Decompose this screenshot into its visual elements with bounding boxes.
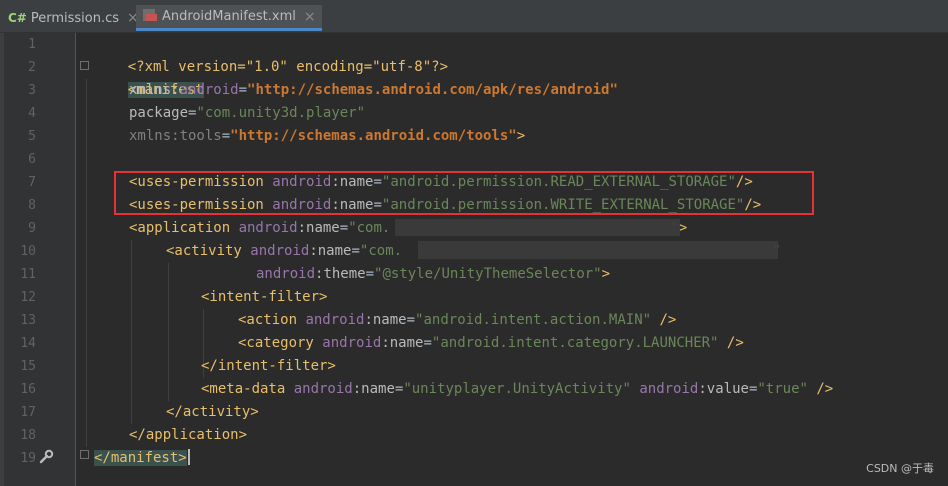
highlight-annotation-box xyxy=(114,171,814,215)
code-line-13: <action android:name="android.intent.act… xyxy=(238,312,677,328)
editor-tab-bar: C# Permission.cs × AndroidManifest.xml × xyxy=(0,0,948,33)
line-number: 10 xyxy=(20,244,36,259)
code-line-19: </manifest> xyxy=(94,450,187,466)
line-number: 16 xyxy=(20,382,36,397)
line-number: 18 xyxy=(20,428,36,443)
indent-guide xyxy=(168,263,169,401)
line-number: 19 xyxy=(20,451,36,466)
code-line-4: package="com.unity3d.player" xyxy=(129,105,366,121)
line-number: 9 xyxy=(28,221,36,236)
code-line-12: <intent-filter> xyxy=(201,289,328,305)
code-line-5: xmlns:tools="http://schemas.android.com/… xyxy=(129,128,526,144)
line-number: 3 xyxy=(28,83,36,98)
code-line-2: <manifest xyxy=(127,82,204,98)
line-number: 8 xyxy=(28,198,36,213)
indent-guide xyxy=(86,79,87,447)
code-line-14: <category android:name="android.intent.c… xyxy=(238,335,744,351)
line-number: 4 xyxy=(28,106,36,121)
csharp-file-icon: C# xyxy=(8,11,27,25)
close-icon[interactable]: × xyxy=(304,9,316,25)
redacted-region xyxy=(395,219,680,236)
watermark: CSDN @于毒 xyxy=(866,462,934,475)
line-number: 7 xyxy=(28,175,36,190)
code-line-3: xmlns:android="http://schemas.android.co… xyxy=(129,82,618,98)
code-line-15: </intent-filter> xyxy=(201,358,336,374)
line-number: 6 xyxy=(28,152,36,167)
code-line-18: </application> xyxy=(129,427,248,443)
line-number-gutter: 1 2 3 4 5 6 7 8 9 10 11 12 13 14 15 16 1… xyxy=(4,33,76,486)
wrench-icon[interactable] xyxy=(38,449,54,465)
indent-guide xyxy=(131,240,132,424)
tab-label: Permission.cs xyxy=(30,10,120,26)
code-line-16: <meta-data android:name="unityplayer.Uni… xyxy=(201,381,834,397)
line-number: 1 xyxy=(28,37,36,52)
tab-label: AndroidManifest.xml xyxy=(162,9,296,24)
code-line-11: android:theme="@style/UnityThemeSelector… xyxy=(256,266,611,282)
tab-androidmanifest-xml[interactable]: AndroidManifest.xml × xyxy=(136,5,322,31)
code-line-17: </activity> xyxy=(166,404,259,420)
line-number: 13 xyxy=(20,313,36,328)
text-caret xyxy=(188,449,190,465)
line-number: 17 xyxy=(20,405,36,420)
code-line-1: <?xml version="1.0" encoding="utf-8"?> xyxy=(127,59,449,75)
xml-file-icon xyxy=(142,8,158,25)
tab-permission-cs[interactable]: C# Permission.cs × xyxy=(8,5,139,31)
redacted-region xyxy=(418,241,778,259)
line-number: 15 xyxy=(20,359,36,374)
line-number: 14 xyxy=(20,336,36,351)
line-number: 2 xyxy=(28,60,36,75)
code-editor[interactable]: <?xml version="1.0" encoding="utf-8"?> <… xyxy=(76,33,948,486)
line-number: 5 xyxy=(28,129,36,144)
line-number: 12 xyxy=(20,290,36,305)
line-number: 11 xyxy=(20,267,36,282)
